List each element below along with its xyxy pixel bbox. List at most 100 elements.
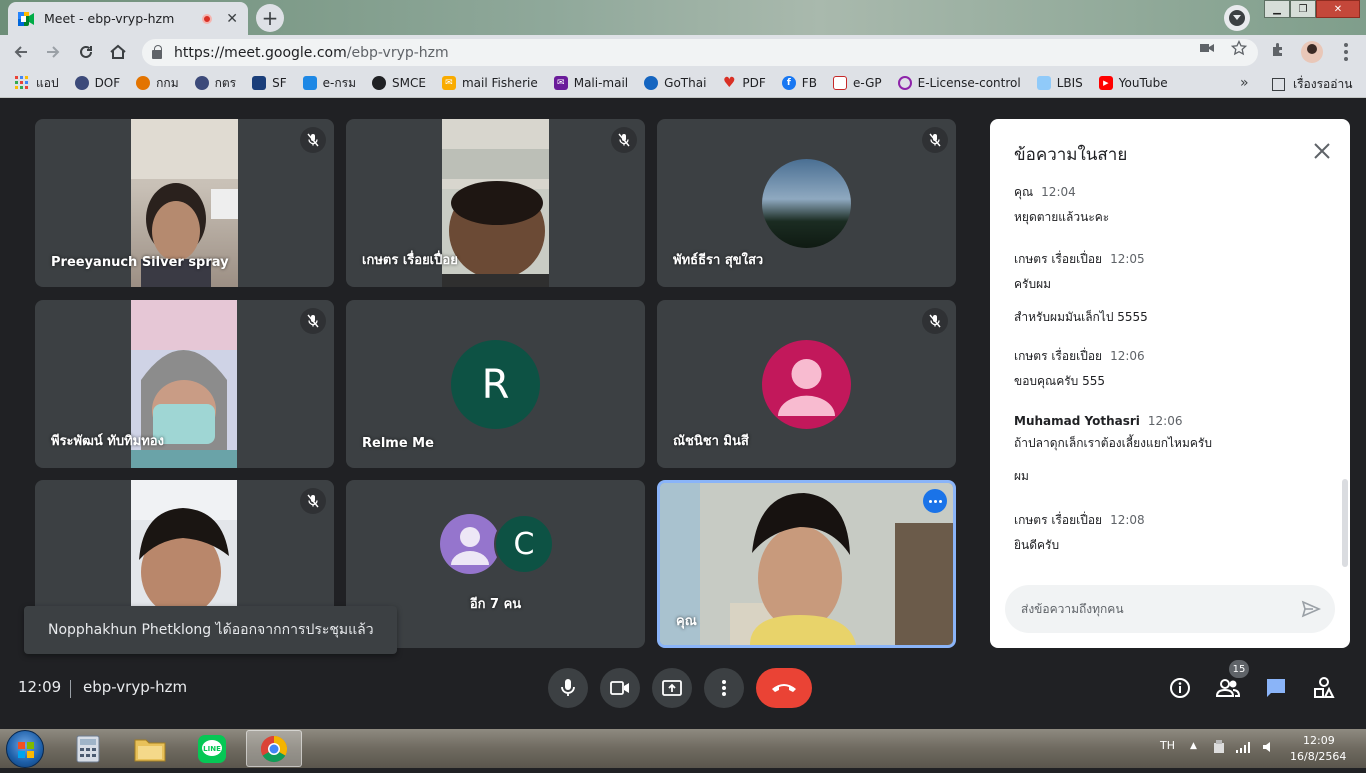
message-sender: Muhamad Yothasri [1014,414,1140,428]
mic-off-icon [929,314,941,328]
back-button[interactable] [10,41,32,63]
taskbar-chrome[interactable] [246,730,302,767]
present-screen-button[interactable] [652,668,692,708]
bookmark-item[interactable]: f FB [781,76,817,90]
bookmark-label: LBIS [1056,76,1083,90]
chat-toggle-button[interactable] [1264,676,1288,700]
mic-off-icon [307,314,319,328]
bookmark-label: แอป [36,75,59,90]
bookmarks-overflow-button[interactable]: » [1240,75,1249,91]
input-language[interactable]: TH [1160,739,1175,752]
line-app-icon: LINE [198,734,226,763]
bookmark-item[interactable]: e-GP [832,76,882,90]
bookmark-item[interactable]: LBIS [1036,76,1083,90]
new-tab-button[interactable]: + [256,4,284,32]
facebook-icon: f [781,76,796,90]
participant-name: เกษตร เรื่อยเปื่อย [362,253,458,268]
person-icon [451,527,489,565]
camera-in-use-icon[interactable] [1200,42,1214,58]
forward-button[interactable] [42,41,64,63]
bookmark-item[interactable]: e-กรม [302,74,356,93]
home-button[interactable] [107,41,129,63]
more-options-button[interactable] [704,668,744,708]
show-hidden-icons[interactable]: ▲ [1190,741,1197,751]
camera-toggle-button[interactable] [600,668,640,708]
activities-button[interactable] [1312,676,1336,700]
ktr-icon [194,76,209,90]
tile-more-options-icon[interactable] [923,489,947,513]
mail-icon: ✉ [441,76,456,90]
extensions-icon[interactable] [1270,41,1286,61]
chat-message-input[interactable]: ส่งข้อความถึงทุกคน [1005,585,1335,633]
bookmark-item[interactable]: GoThai [644,76,706,90]
bookmark-item[interactable]: ✉ Mali-mail [553,76,628,90]
usb-device-icon[interactable] [1212,739,1226,758]
microphone-toggle-button[interactable] [548,668,588,708]
elicense-icon [897,76,912,90]
message-time: 12:04 [1041,185,1076,199]
chat-message: คุณ 12:04 หยุดตายแล้วนะคะ [1014,183,1109,227]
participant-tile[interactable]: Preeyanuch Silver spray [35,119,334,287]
close-chat-button[interactable] [1312,141,1332,161]
start-button[interactable] [6,730,44,768]
bookmark-label: YouTube [1118,76,1168,90]
participant-tile[interactable]: พัทธ์ธีรา สุขใสว [657,119,956,287]
browser-tab-meet[interactable]: Meet - ebp-vryp-hzm ✕ [8,2,248,35]
chat-icon [1267,679,1285,697]
participant-tile[interactable]: เกษตร เรื่อยเปื่อย [346,119,645,287]
info-icon [1170,678,1190,698]
participant-initial-avatar: R [451,340,540,429]
chat-scrollbar[interactable] [1342,479,1348,567]
show-everyone-button[interactable] [1216,676,1240,700]
heart-pdf-icon: ♥ [723,75,736,91]
bookmark-item[interactable]: DOF [74,76,120,90]
svg-text:LINE: LINE [203,745,221,753]
browser-menu-icon[interactable] [1344,43,1348,61]
bookmark-item[interactable]: SF [252,76,287,90]
participant-tile[interactable]: ณัชนิชา มินสี [657,300,956,468]
minimize-button[interactable]: ▁ [1264,0,1290,18]
participant-tile[interactable]: พีระพัฒน์ ทับทิมทอง [35,300,334,468]
bookmark-item[interactable]: E-License-control [897,76,1021,90]
participant-tile[interactable]: R Relme Me [346,300,645,468]
chrome-icon [260,735,288,762]
bookmark-label: กกม [156,75,179,90]
restore-button[interactable]: ❐ [1290,0,1316,18]
window-close-button[interactable]: ✕ [1316,0,1360,18]
network-signal-icon[interactable] [1236,741,1252,756]
meeting-details-button[interactable] [1168,676,1192,700]
message-sender: เกษตร เรื่อยเปื่อย [1014,349,1103,363]
participant-avatar-photo [762,159,851,248]
kkm-icon [136,76,151,90]
tab-search-button[interactable] [1224,5,1250,31]
mic-off-indicator [300,308,326,334]
profile-avatar[interactable] [1301,41,1323,63]
bookmark-item[interactable]: ✉ mail Fisherie [441,76,538,90]
egp-icon [832,76,847,90]
taskbar-explorer[interactable] [122,730,178,767]
bookmark-item[interactable]: แอป [14,74,59,93]
message-text: ครับผม [1014,277,1052,291]
bookmark-item[interactable]: กตร [194,74,236,93]
taskbar-clock-date[interactable]: 16/8/2564 [1290,750,1346,763]
send-message-button[interactable] [1301,599,1321,619]
mic-off-icon [307,494,319,508]
taskbar-calculator[interactable] [60,730,116,767]
bookmark-star-icon[interactable] [1230,39,1248,60]
volume-icon[interactable] [1262,740,1276,757]
bookmark-item[interactable]: SMCE [372,76,426,90]
bookmark-item[interactable]: ♥ PDF [722,75,766,91]
address-bar[interactable]: https://meet.google.com/ebp-vryp-hzm [142,39,1258,66]
bookmark-item[interactable]: ▶ YouTube [1098,76,1168,90]
reading-list-button[interactable]: เรื่องรออ่าน [1272,75,1352,94]
reload-button[interactable] [75,41,97,63]
taskbar-clock-time[interactable]: 12:09 [1303,734,1335,747]
message-text: ยินดีครับ [1014,538,1060,552]
leave-call-button[interactable] [756,668,812,708]
bookmark-item[interactable]: กกม [136,74,179,93]
self-tile[interactable]: คุณ [657,480,956,648]
microphone-icon [561,679,575,696]
tab-close-icon[interactable]: ✕ [226,11,238,27]
taskbar-line[interactable]: LINE [184,730,240,767]
url-path: /ebp-vryp-hzm [346,44,449,61]
